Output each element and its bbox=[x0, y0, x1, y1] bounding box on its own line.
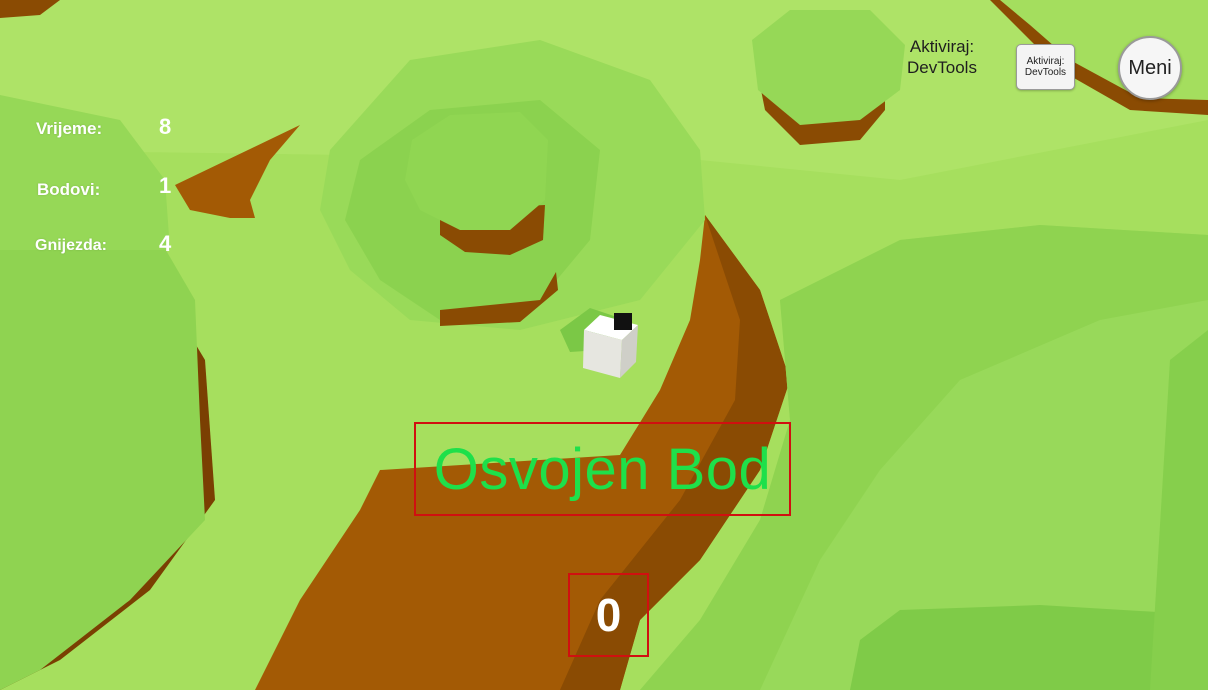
counter-box: 0 bbox=[568, 573, 649, 657]
menu-button[interactable]: Meni bbox=[1118, 36, 1182, 100]
time-label: Vrijeme: bbox=[36, 119, 103, 138]
points-value: 1 bbox=[159, 173, 172, 198]
menu-button-label: Meni bbox=[1128, 56, 1172, 79]
point-scored-banner: Osvojen Bod bbox=[414, 422, 791, 516]
nests-label: Gnijezda: bbox=[35, 237, 108, 254]
devtools-button-line2: DevTools bbox=[1024, 67, 1067, 78]
devtools-button-line1: Aktiviraj: bbox=[1026, 56, 1065, 67]
devtools-status-label: Aktiviraj: DevTools bbox=[882, 36, 1002, 78]
time-value: 8 bbox=[159, 114, 172, 139]
counter-value: 0 bbox=[595, 589, 622, 641]
game-viewport[interactable]: Vrijeme: 8 Bodovi: 1 Gnijezda: 4 Aktivir… bbox=[0, 0, 1208, 690]
points-label: Bodovi: bbox=[37, 180, 101, 199]
nests-value: 4 bbox=[159, 231, 172, 256]
devtools-button[interactable]: Aktiviraj: DevTools bbox=[1016, 44, 1075, 90]
devtools-status-line1: Aktiviraj: bbox=[909, 37, 975, 56]
devtools-status-line2: DevTools bbox=[907, 58, 977, 77]
player-cube-head bbox=[614, 313, 632, 330]
point-scored-text: Osvojen Bod bbox=[433, 436, 772, 502]
